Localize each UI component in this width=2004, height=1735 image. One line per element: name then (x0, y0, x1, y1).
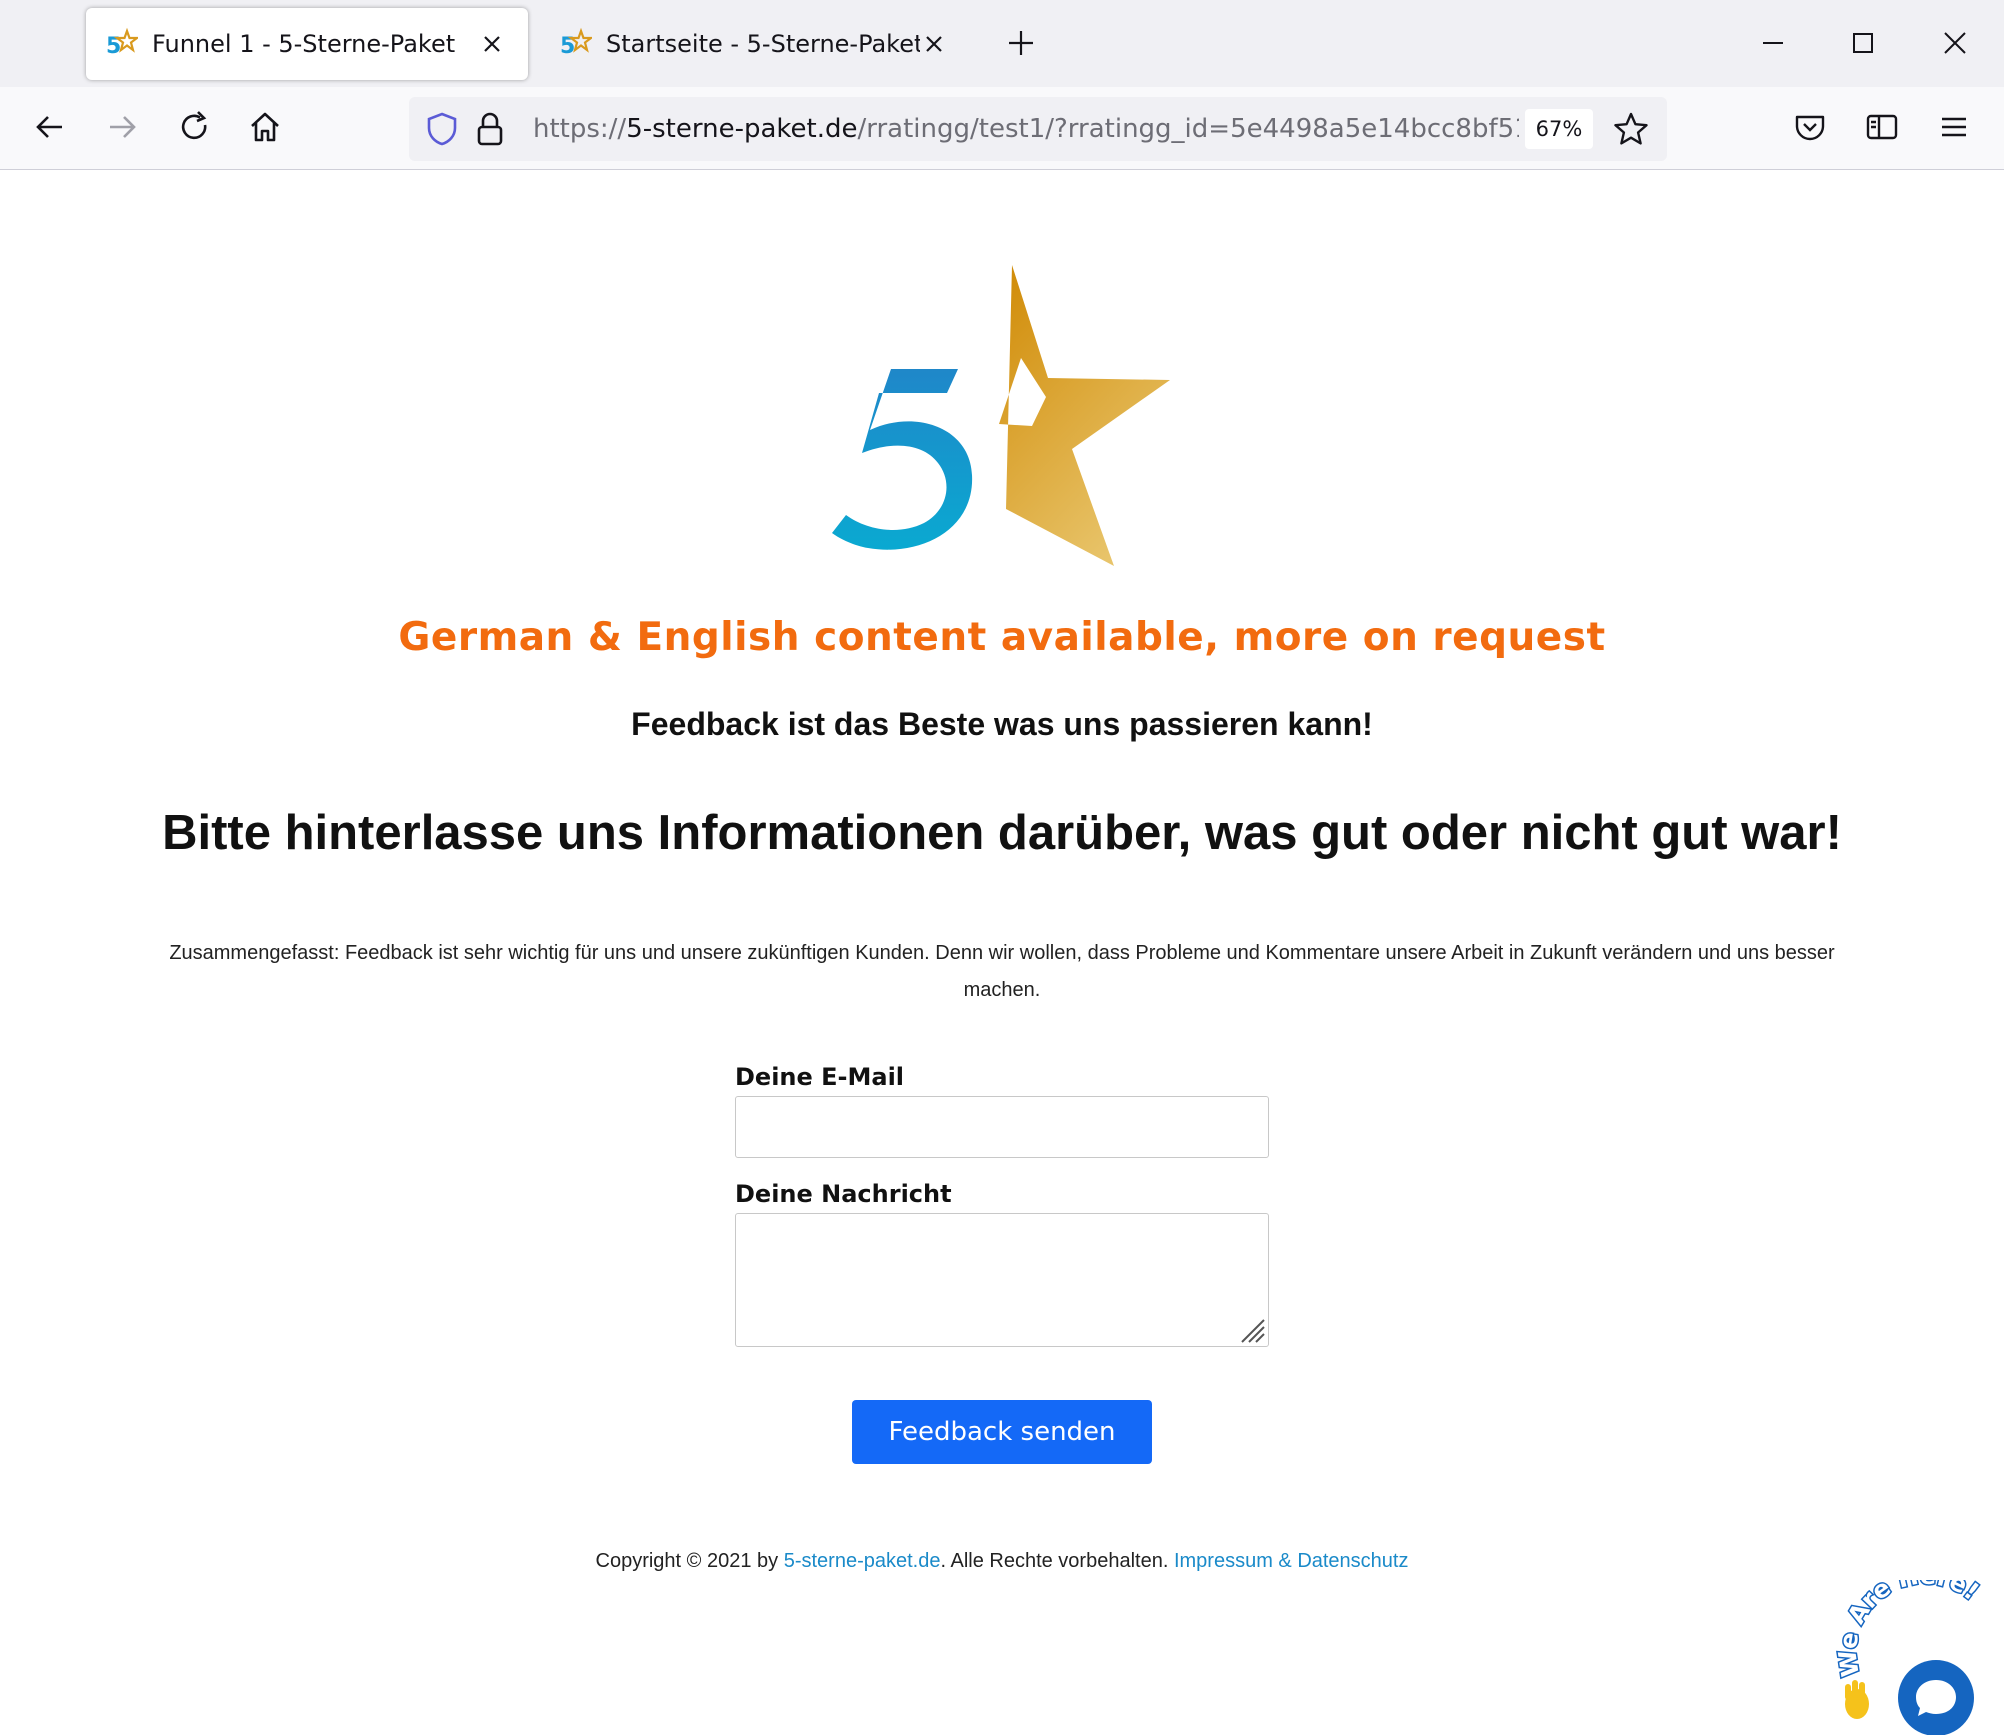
site-link[interactable]: 5-sterne-paket.de (784, 1550, 941, 1572)
chat-widget[interactable]: We Are Here! (1830, 1580, 2004, 1735)
pocket-icon[interactable] (1792, 109, 1828, 145)
summary-text: Zusammengefasst: Feedback ist sehr wicht… (169, 942, 1835, 1001)
email-label: Deine E-Mail (735, 1063, 905, 1091)
reload-icon[interactable] (176, 109, 212, 145)
minimize-icon[interactable] (1758, 28, 1788, 58)
copyright-text: Copyright © 2021 by (595, 1550, 784, 1572)
url-text[interactable]: https://5-sterne-paket.de/rratingg/test1… (533, 111, 1519, 147)
maximize-icon[interactable] (1848, 28, 1878, 58)
tab-title: Funnel 1 - 5-Sterne-Paket (152, 30, 456, 58)
page-content: German & English content available, more… (0, 170, 2004, 1735)
shield-icon[interactable] (425, 111, 459, 147)
waving-hand-icon (1845, 1680, 1869, 1719)
tab-funnel[interactable]: 5 Funnel 1 - 5-Sterne-Paket (86, 8, 528, 80)
feedback-submit-button[interactable]: Feedback senden (852, 1400, 1152, 1464)
site-favicon-icon: 5 (106, 27, 138, 59)
footer: Copyright © 2021 by 5-sterne-paket.de. A… (0, 1550, 2004, 1573)
bookmark-star-icon[interactable] (1613, 111, 1649, 147)
site-favicon-icon: 5 (560, 27, 592, 59)
page-headline: Bitte hinterlasse uns Informationen darü… (162, 806, 1842, 860)
feedback-subheading: Feedback ist das Beste was uns passieren… (631, 706, 1373, 742)
lock-icon[interactable] (475, 111, 505, 147)
new-tab-icon[interactable] (1006, 28, 1036, 58)
url-bar[interactable]: https://5-sterne-paket.de/rratingg/test1… (409, 97, 1667, 161)
tab-title: Startseite - 5-Sterne-Paket (606, 30, 920, 58)
close-tab-icon[interactable] (920, 30, 948, 58)
language-promo: German & English content available, more… (398, 615, 1606, 660)
url-scheme: https:// (533, 114, 627, 144)
sidebar-icon[interactable] (1864, 109, 1900, 145)
close-tab-icon[interactable] (478, 30, 506, 58)
back-icon[interactable] (32, 109, 68, 145)
home-icon[interactable] (247, 109, 283, 145)
tab-startseite[interactable]: 5 Startseite - 5-Sterne-Paket (540, 8, 970, 80)
zoom-indicator[interactable]: 67% (1525, 109, 1593, 149)
tab-strip: 5 Funnel 1 - 5-Sterne-Paket 5 Startseite… (0, 0, 2004, 87)
email-field[interactable] (735, 1096, 1269, 1158)
menu-icon[interactable] (1936, 109, 1972, 145)
forward-icon[interactable] (104, 109, 140, 145)
close-window-icon[interactable] (1940, 28, 1970, 58)
resize-grip-icon[interactable] (1236, 1314, 1266, 1344)
rights-text: . Alle Rechte vorbehalten. (940, 1550, 1174, 1572)
message-textarea[interactable] (735, 1213, 1269, 1347)
url-host: 5-sterne-paket.de (626, 114, 858, 144)
impressum-link[interactable]: Impressum & Datenschutz (1174, 1550, 1409, 1572)
url-path: /rratingg/test1/?rratingg_id=5e4498a5e14… (857, 114, 1519, 144)
chat-badge-text: We Are Here! (1833, 1580, 1984, 1678)
navigation-toolbar: https://5-sterne-paket.de/rratingg/test1… (0, 87, 2004, 170)
message-label: Deine Nachricht (735, 1180, 952, 1208)
brand-logo (832, 265, 1170, 566)
